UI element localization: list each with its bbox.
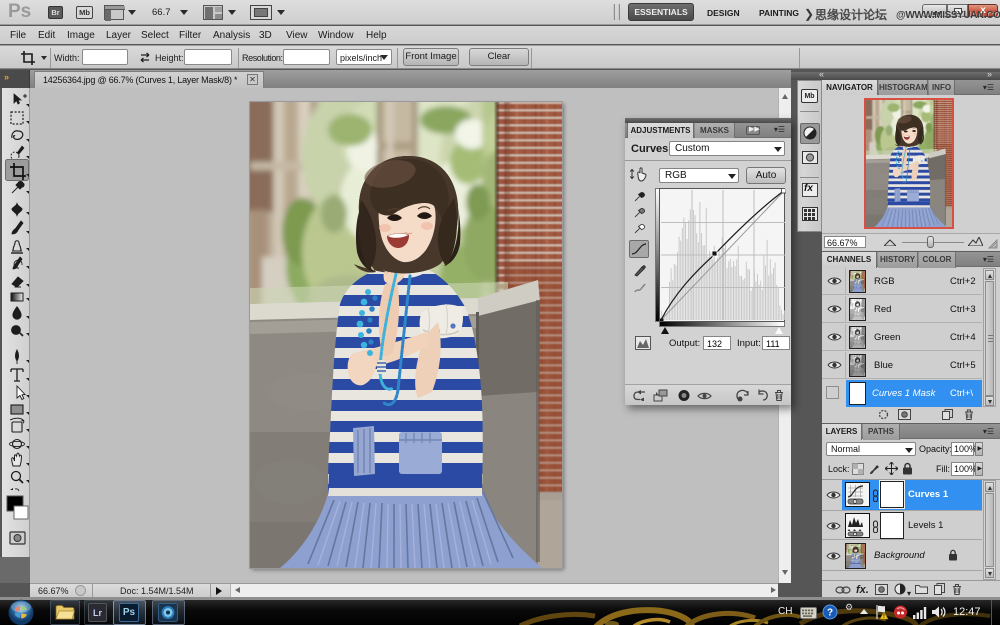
svg-text:?: ? [827, 608, 833, 619]
svg-text:!: ! [883, 613, 885, 620]
